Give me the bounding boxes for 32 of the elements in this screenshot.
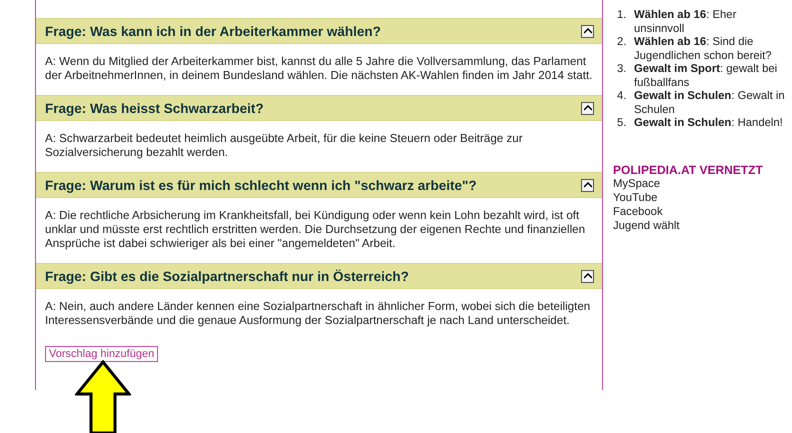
- question-title: Frage: Gibt es die Sozialpartnerschaft nur in Österreich?: [45, 268, 409, 284]
- collapse-button[interactable]: [581, 178, 594, 192]
- list-number: 5.: [617, 117, 628, 130]
- network-link[interactable]: Jugend wählt: [613, 218, 680, 232]
- answer-text: A: Nein, auch andere Länder kennen eine Sozialpartnerschaft in ähnlicher Form, wobei sich die beteiligten Interessensverbände und die genaue Ausformung der Sozialpartnerschaft je nach Land unterscheidet.: [44, 299, 592, 329]
- ranking-item[interactable]: Wählen ab 16: Eher unsinnvoll: [634, 9, 786, 36]
- question-title: Frage: Warum ist es für mich schlecht wenn ich "schwarz arbeite"?: [45, 178, 477, 192]
- question-title: Frage: Was heisst Schwarzarbeit?: [45, 100, 264, 116]
- section-heading: POLIPEDIA.AT VERNETZT: [613, 162, 764, 176]
- list-number: 2.: [617, 36, 628, 50]
- collapse-button[interactable]: [581, 24, 594, 38]
- network-link[interactable]: YouTube: [613, 190, 658, 204]
- answer-text: A: Die rechtliche Arbsicherung im Krankheitsfall, bei Kündigung oder wenn kein Lohn bezahlt wird, ist oft unklar und müsste erst rechtlich erstritten werden. Die Durchsetzung der eigenen Rechte und finanziellen Ansprüche ist dabei schwieriger als bei einer "angemeldeten" Arbeit.: [44, 208, 586, 252]
- ranking-item[interactable]: Wählen ab 16: Sind die Jugendlichen schon bereit?: [634, 36, 786, 63]
- caret-up-icon: [584, 28, 592, 34]
- caret-up-icon: [584, 182, 592, 188]
- suggest-button[interactable]: Vorschlag hinzufügen: [45, 346, 158, 362]
- list-number: 3.: [617, 63, 628, 77]
- answer-text: A: Wenn du Mitglied der Arbeiterkammer bist, kannst du alle 5 Jahre die Vollversammlung, das Parlament der ArbeitnehmerInnen, in deinem Bundesland wählen. Die nächsten AK-Wahlen finden im Jahr 2014 statt.: [44, 54, 594, 84]
- list-number: 1.: [617, 9, 628, 23]
- caret-up-icon: [584, 105, 592, 111]
- collapse-button[interactable]: [581, 270, 594, 282]
- caret-up-icon: [584, 273, 592, 279]
- list-number: 4.: [617, 90, 628, 104]
- network-link[interactable]: Facebook: [613, 204, 663, 218]
- collapse-button[interactable]: [581, 102, 594, 114]
- ranking-item[interactable]: Gewalt in Schulen: Handeln!: [634, 117, 786, 130]
- question-title: Frage: Was kann ich in der Arbeiterkammer wählen?: [45, 24, 381, 38]
- answer-text: A: Schwarzarbeit bedeutet heimlich ausgeübte Arbeit, für die keine Steuern oder Beiträge zur Sozialversicherung bezahlt werden.: [44, 131, 524, 161]
- ranking-item[interactable]: Gewalt in Schulen: Gewalt in Schulen: [634, 90, 786, 117]
- ranking-item[interactable]: Gewalt im Sport: gewalt bei fußballfans: [634, 63, 786, 90]
- network-link[interactable]: MySpace: [613, 176, 660, 190]
